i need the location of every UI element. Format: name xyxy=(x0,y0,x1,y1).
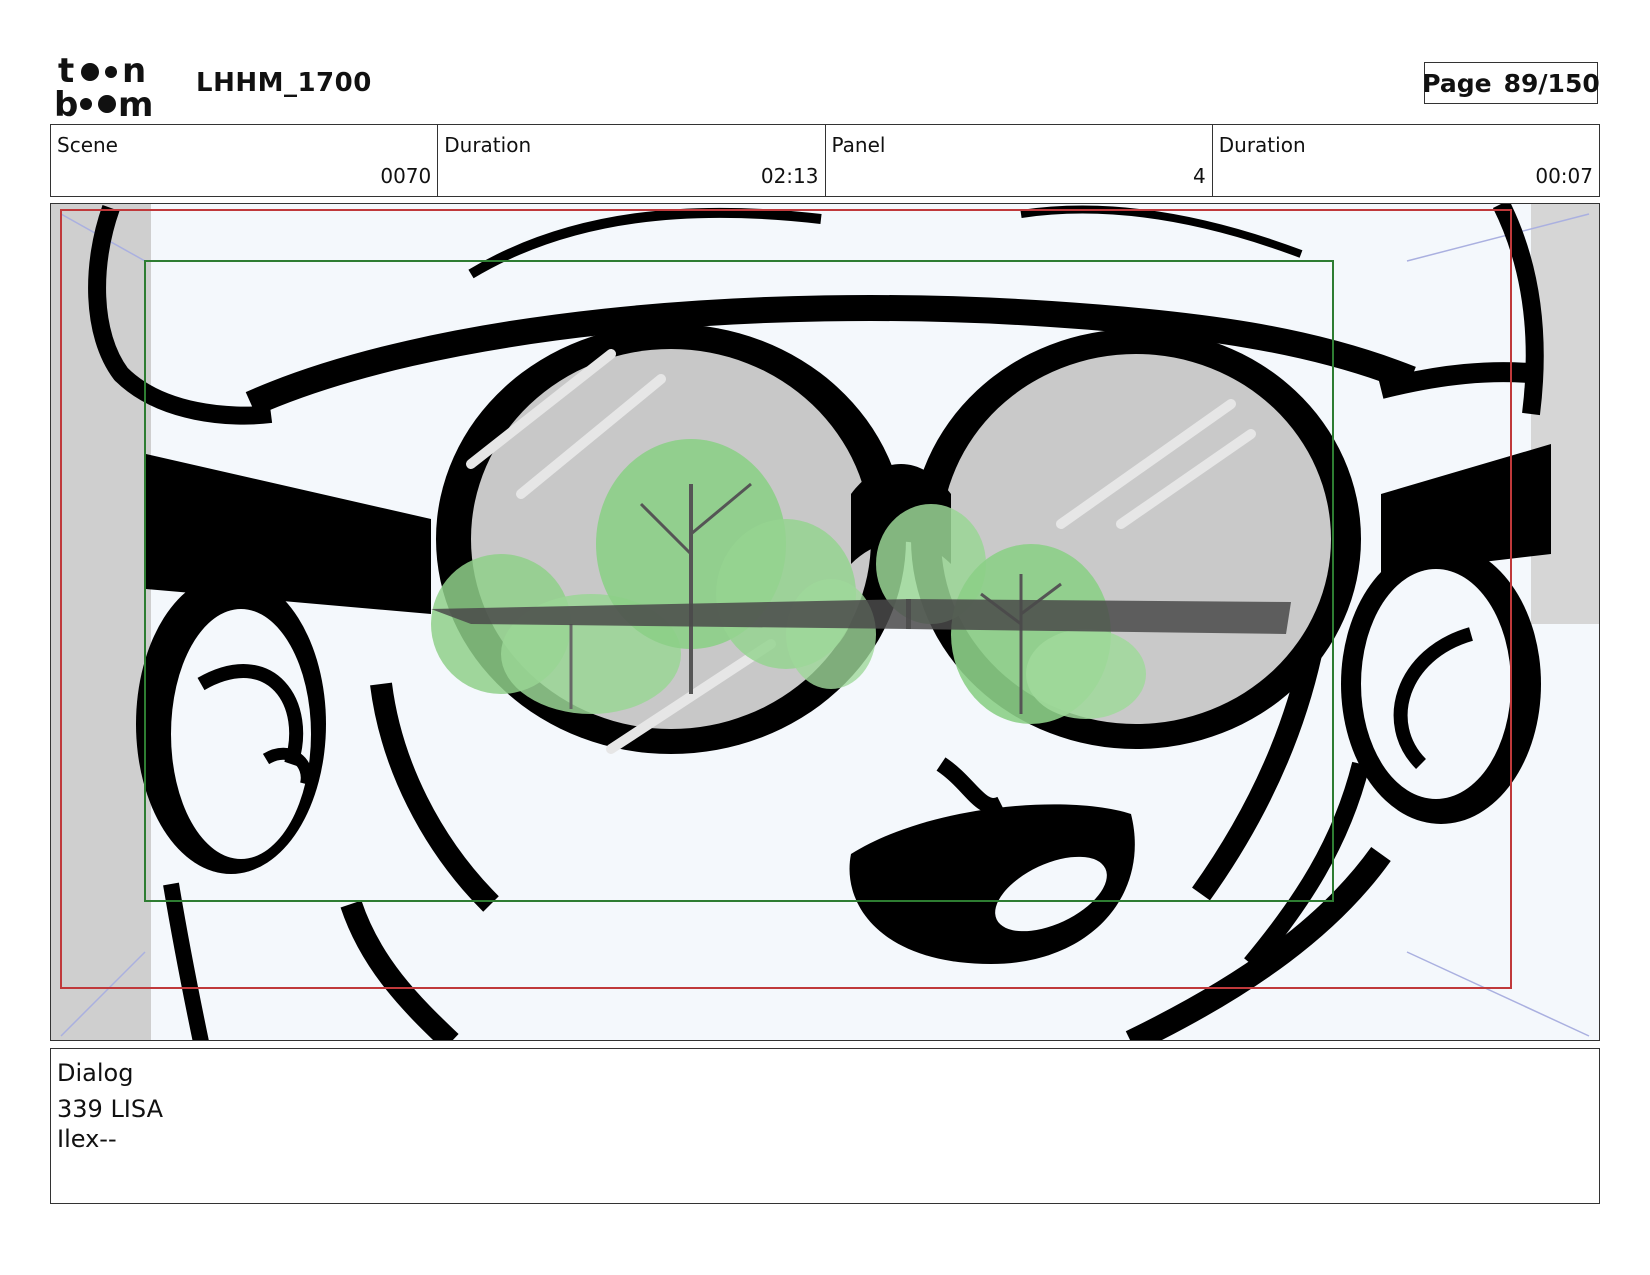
scene-value: 0070 xyxy=(380,164,432,188)
panel-label: Panel xyxy=(831,133,886,157)
scene-duration-cell: Duration 02:13 xyxy=(438,125,826,196)
panel-info-row: Scene 0070 Duration 02:13 Panel 4 Durati… xyxy=(50,124,1600,197)
scene-duration-label: Duration xyxy=(444,133,532,157)
dialog-label: Dialog xyxy=(57,1059,134,1087)
panel-value: 4 xyxy=(1193,164,1206,188)
panel-cell: Panel 4 xyxy=(826,125,1213,196)
panel-duration-cell: Duration 00:07 xyxy=(1213,125,1599,196)
project-title: LHHM_1700 xyxy=(196,68,372,98)
svg-text:b: b xyxy=(54,85,78,118)
dialog-line: 339 LISA xyxy=(57,1095,163,1123)
dialog-line: Ilex-- xyxy=(57,1125,117,1153)
svg-text:m: m xyxy=(118,85,153,118)
panel-drawing xyxy=(51,204,1599,1040)
scene-label: Scene xyxy=(57,133,118,157)
panel-duration-value: 00:07 xyxy=(1535,164,1593,188)
scene-duration-value: 02:13 xyxy=(760,164,819,188)
scene-cell: Scene 0070 xyxy=(51,125,439,196)
page-number: 89/150 xyxy=(1503,68,1600,98)
page-indicator: Page 89/150 xyxy=(1422,62,1600,104)
toon-boom-logo: t n b m xyxy=(54,54,153,118)
page-label: Page xyxy=(1422,68,1492,98)
dialog-box: Dialog 339 LISA Ilex-- xyxy=(50,1048,1600,1204)
panel-duration-label: Duration xyxy=(1218,133,1306,157)
storyboard-panel xyxy=(50,203,1600,1041)
